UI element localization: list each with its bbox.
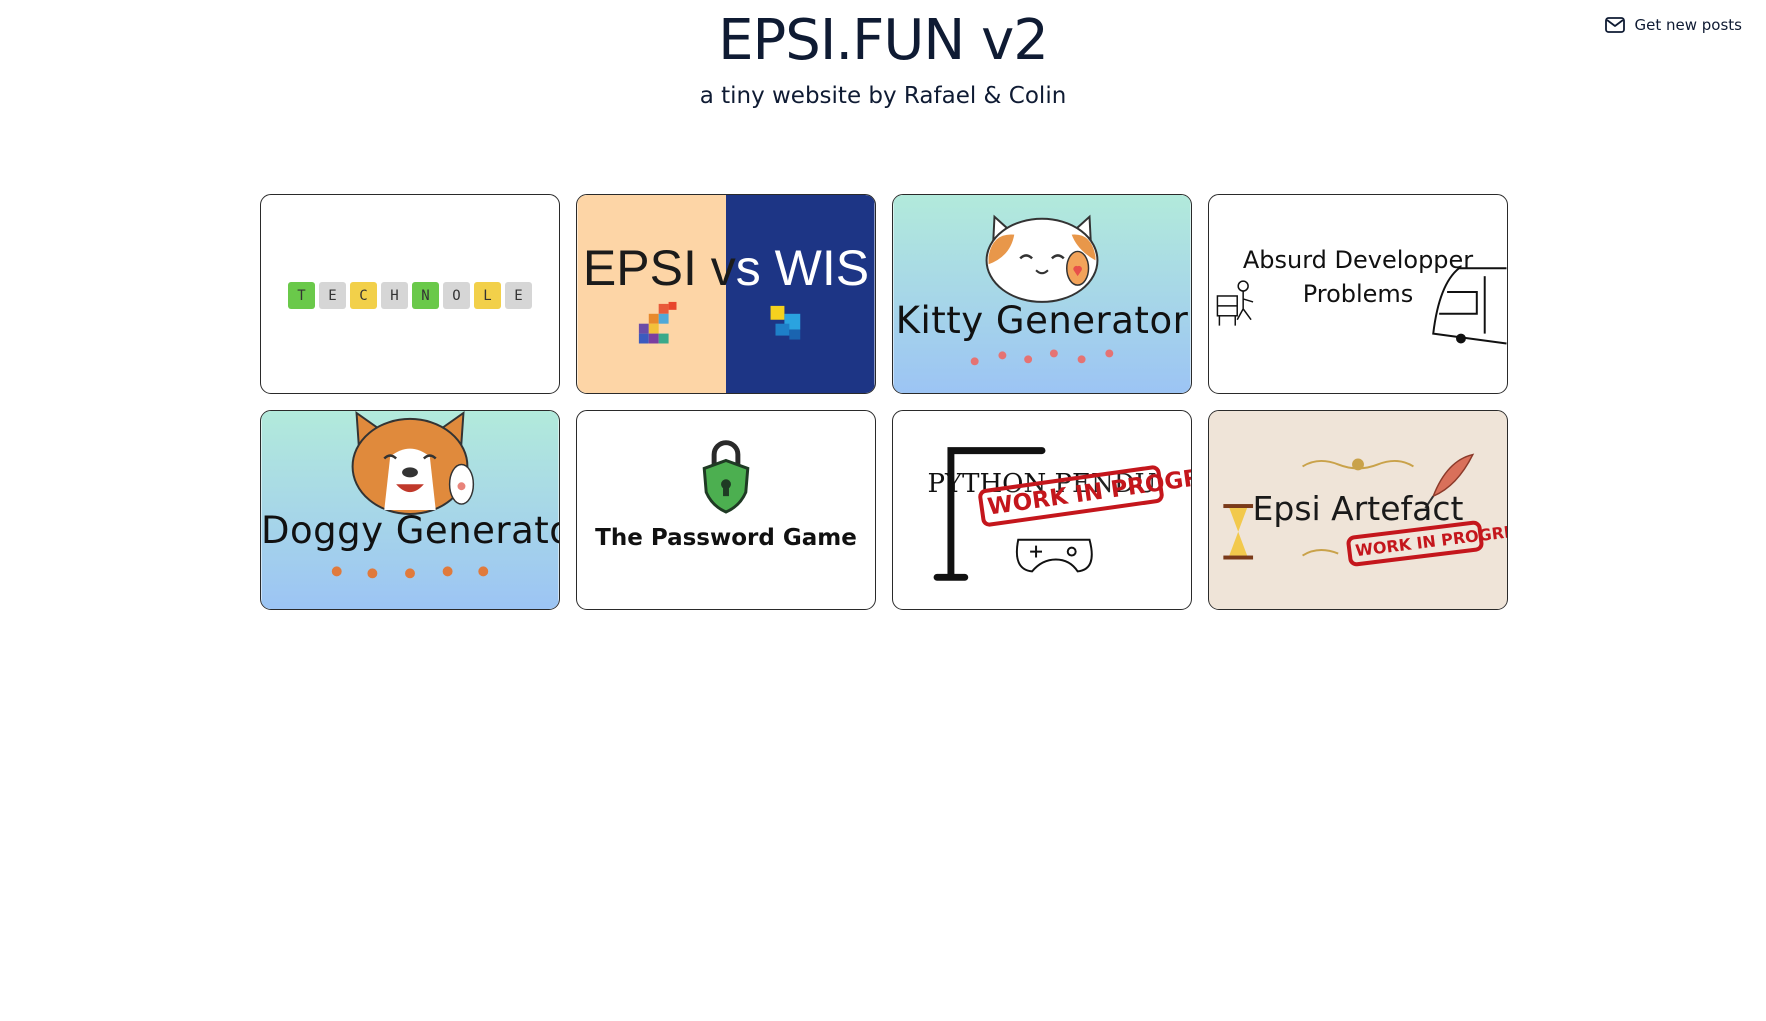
wis-text: s WIS [735, 240, 870, 296]
site-subtitle: a tiny website by Rafael & Colin [699, 83, 1067, 109]
project-grid: TECHNOLE EPSI vs WIS Kitty Generator Abs… [260, 194, 1508, 610]
absurd-title-line1: Absurd Developper [1242, 246, 1474, 274]
technole-tile: T [288, 282, 315, 309]
kitty-generator-title: Kitty Generator [895, 299, 1189, 342]
password-game-illustration [702, 440, 750, 514]
card-kitty-generator[interactable]: Kitty Generator [892, 194, 1192, 394]
gamepad-icon [1015, 538, 1093, 573]
cat-face-icon [985, 214, 1099, 303]
technole-tile: C [350, 282, 377, 309]
site-title: EPSI.FUN v2 [718, 8, 1049, 73]
dog-face-icon [351, 411, 475, 515]
get-new-posts-link[interactable]: Get new posts [1604, 16, 1742, 34]
doggy-generator-title: Doggy Generator [261, 509, 560, 552]
technole-tile: H [381, 282, 408, 309]
absurd-title-line2: Problems [1302, 280, 1414, 308]
technole-tile: E [319, 282, 346, 309]
epsi-vs-text: EPSI v [582, 240, 736, 296]
card-python-pendu[interactable]: PYTHON PENDU WORK IN PROGRESS [892, 410, 1192, 610]
technole-logo: TECHNOLE [261, 282, 559, 309]
technole-tile: E [505, 282, 532, 309]
mail-icon [1604, 17, 1625, 33]
card-technole[interactable]: TECHNOLE [260, 194, 560, 394]
absurd-developper-title: Absurd Developper Problems [1209, 243, 1507, 311]
card-epsi-vs-wis[interactable]: EPSI vs WIS [576, 194, 876, 394]
get-new-posts-label: Get new posts [1634, 16, 1742, 34]
padlock-icon [702, 440, 750, 514]
card-absurd-developper-problems[interactable]: Absurd Developper Problems [1208, 194, 1508, 394]
technole-tile: N [412, 282, 439, 309]
card-doggy-generator[interactable]: Doggy Generator [260, 410, 560, 610]
password-game-title: The Password Game [595, 525, 857, 551]
kitty-illustration [893, 195, 1191, 393]
card-the-password-game[interactable]: The Password Game [576, 410, 876, 610]
card-epsi-artefact[interactable]: Epsi Artefact WORK IN PROGRESS [1208, 410, 1508, 610]
epsi-vs-wis-title: EPSI vs WIS [577, 239, 875, 297]
technole-tile: O [443, 282, 470, 309]
technole-tile: L [474, 282, 501, 309]
